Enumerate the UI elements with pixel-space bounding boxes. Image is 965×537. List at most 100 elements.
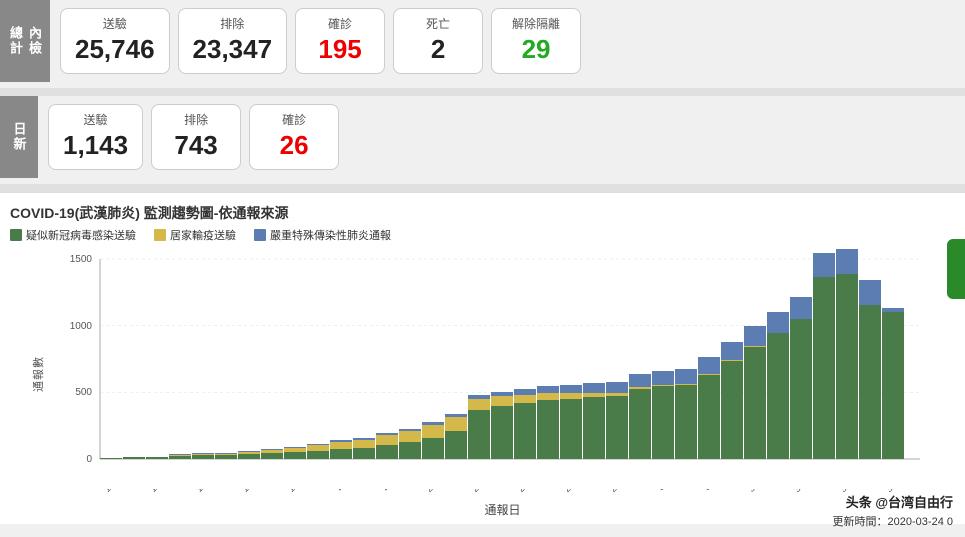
bar-group-21 <box>583 249 605 459</box>
bar-group-12 <box>376 249 398 459</box>
bar-group-2 <box>146 249 168 459</box>
bar-group-32 <box>836 249 858 459</box>
chart-area: 通報數 1500 1000 500 0 1/151/191/ <box>60 249 955 499</box>
bar-green-5 <box>215 455 237 459</box>
x-label-4: 1/23 <box>192 489 215 496</box>
daily-confirmed-card: 確診 26 <box>249 104 339 170</box>
bar-green-21 <box>583 397 605 459</box>
x-label-3 <box>169 489 192 496</box>
bar-group-19 <box>537 249 559 459</box>
x-label-17 <box>491 489 514 496</box>
x-label-21 <box>583 489 606 496</box>
bar-green-7 <box>261 453 283 459</box>
total-released-card: 解除隔離 29 <box>491 8 581 74</box>
bar-group-8 <box>284 249 306 459</box>
bar-yellow-18 <box>514 395 536 403</box>
bar-blue-30 <box>790 297 812 319</box>
bar-group-33 <box>859 249 881 459</box>
bar-group-26 <box>698 249 720 459</box>
legend-yellow-label: 居家輸疫送驗 <box>170 227 236 243</box>
total-confirmed-value: 195 <box>318 34 361 65</box>
x-label-5 <box>215 489 238 496</box>
bar-green-6 <box>238 454 260 459</box>
daily-sent-label: 送驗 <box>84 111 108 128</box>
legend-yellow: 居家輸疫送驗 <box>154 227 236 243</box>
svg-text:500: 500 <box>75 387 92 398</box>
bar-group-23 <box>629 249 651 459</box>
bar-group-15 <box>445 249 467 459</box>
bar-green-27 <box>721 361 743 459</box>
x-label-15 <box>445 489 468 496</box>
bar-yellow-19 <box>537 393 559 400</box>
x-label-8: 1/31 <box>284 489 307 496</box>
svg-text:1500: 1500 <box>70 254 93 265</box>
total-released-value: 29 <box>522 34 551 65</box>
total-released-label: 解除隔離 <box>512 15 560 32</box>
x-label-16: 2/16 <box>468 489 491 496</box>
bar-blue-32 <box>836 249 858 274</box>
bar-group-16 <box>468 249 490 459</box>
bar-green-33 <box>859 305 881 459</box>
bar-green-24 <box>652 386 674 459</box>
bar-green-18 <box>514 403 536 459</box>
x-label-22: 2/28 <box>606 489 629 496</box>
x-label-27 <box>721 489 744 496</box>
bar-green-14 <box>422 438 444 459</box>
x-label-0: 1/15 <box>100 489 123 496</box>
bar-blue-29 <box>767 312 789 333</box>
bar-group-11 <box>353 249 375 459</box>
bar-group-7 <box>261 249 283 459</box>
total-sent-card: 送驗 25,746 <box>60 8 170 74</box>
daily-excluded-value: 743 <box>174 130 217 161</box>
daily-confirmed-value: 26 <box>280 130 309 161</box>
bar-group-18 <box>514 249 536 459</box>
total-sent-value: 25,746 <box>75 34 155 65</box>
bar-green-4 <box>192 455 214 459</box>
total-excluded-label: 排除 <box>220 15 244 32</box>
bar-group-22 <box>606 249 628 459</box>
x-label-9 <box>307 489 330 496</box>
watermark: 头条 @台湾自由行 <box>846 492 953 511</box>
x-label-14: 2/12 <box>422 489 445 496</box>
bar-group-29 <box>767 249 789 459</box>
x-label-31 <box>813 489 836 496</box>
bar-green-11 <box>353 448 375 459</box>
bar-green-22 <box>606 396 628 459</box>
bar-group-1 <box>123 249 145 459</box>
x-label-24: 3/3 <box>652 489 675 496</box>
bar-green-19 <box>537 400 559 459</box>
total-sent-label: 送驗 <box>103 15 127 32</box>
bar-green-15 <box>445 431 467 459</box>
bar-group-25 <box>675 249 697 459</box>
legend-green-label: 疑似新冠病毒感染送驗 <box>26 227 136 243</box>
daily-sent-value: 1,143 <box>63 130 128 161</box>
daily-sent-card: 送驗 1,143 <box>48 104 143 170</box>
bar-blue-24 <box>652 371 674 385</box>
bar-group-34 <box>882 249 904 459</box>
bar-green-3 <box>169 456 191 459</box>
x-label-11 <box>353 489 376 496</box>
bar-group-28 <box>744 249 766 459</box>
bar-yellow-10 <box>330 442 352 449</box>
total-confirmed-card: 確診 195 <box>295 8 385 74</box>
separator-2 <box>0 184 965 192</box>
bar-green-32 <box>836 274 858 459</box>
green-side-tab[interactable] <box>947 239 965 299</box>
x-label-28: 3/11 <box>744 489 767 496</box>
bar-green-29 <box>767 333 789 459</box>
bar-green-20 <box>560 399 582 459</box>
bar-group-4 <box>192 249 214 459</box>
bar-green-28 <box>744 347 766 459</box>
bar-group-31 <box>813 249 835 459</box>
total-confirmed-label: 確診 <box>328 15 352 32</box>
x-label-12: 2/8 <box>376 489 399 496</box>
bar-group-17 <box>491 249 513 459</box>
x-label-29 <box>767 489 790 496</box>
daily-excluded-label: 排除 <box>184 111 208 128</box>
total-death-label: 死亡 <box>426 15 450 32</box>
legend-blue-dot <box>254 229 266 241</box>
bar-green-13 <box>399 442 421 459</box>
legend-green: 疑似新冠病毒感染送驗 <box>10 227 136 243</box>
bar-green-10 <box>330 449 352 459</box>
bar-group-9 <box>307 249 329 459</box>
